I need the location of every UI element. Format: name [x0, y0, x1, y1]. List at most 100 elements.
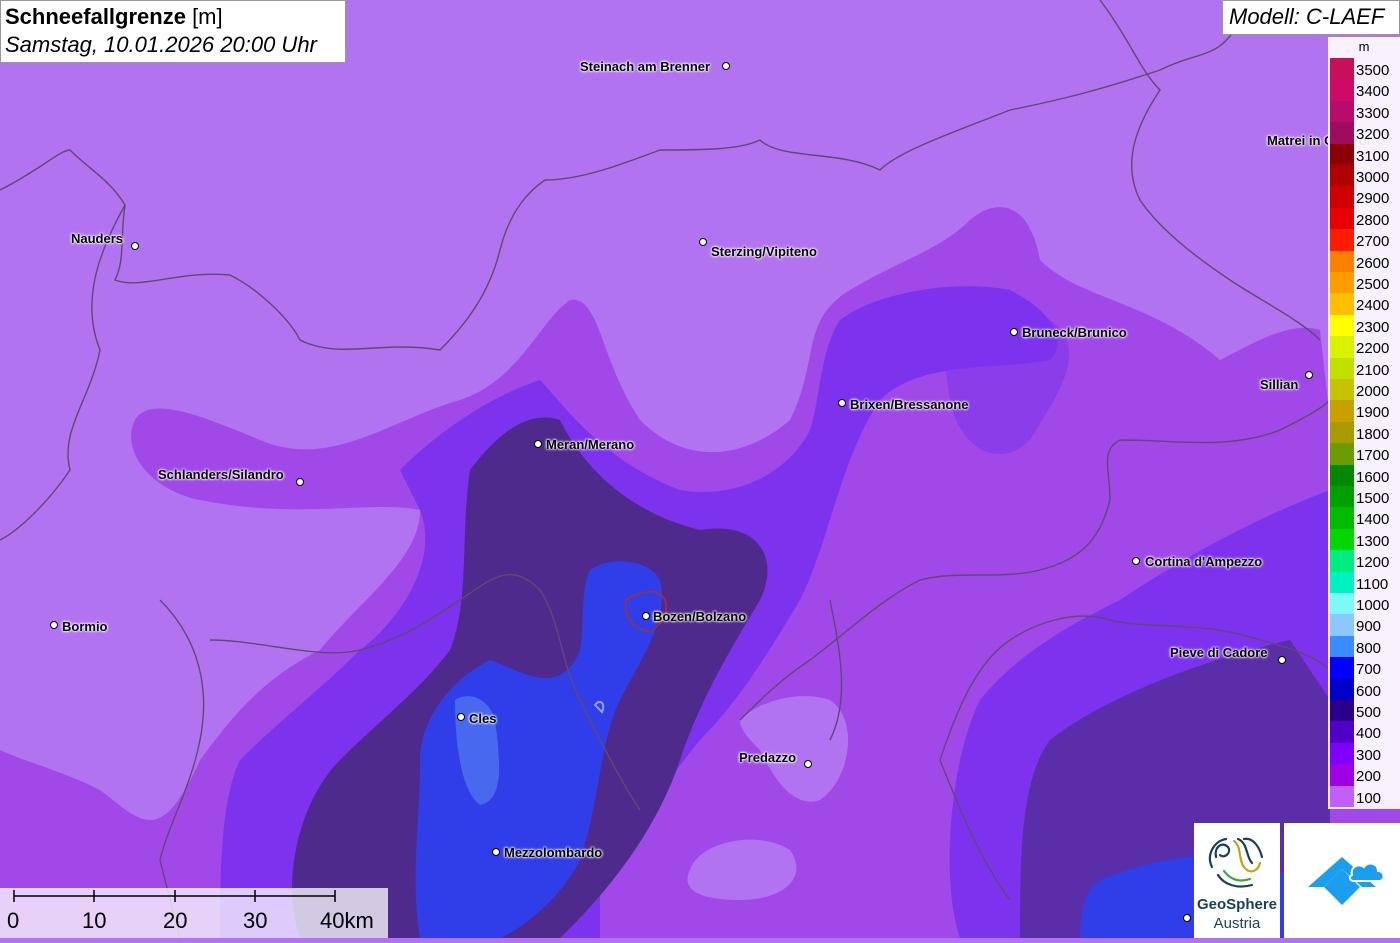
legend-value: 2900: [1356, 190, 1390, 208]
city-label-cortina: Cortina d'Ampezzo: [1145, 554, 1263, 569]
legend-value: 600: [1356, 682, 1382, 700]
city-label-meran: Meran/Merano: [546, 437, 635, 452]
city-label-bozen: Bozen/Bolzano: [653, 609, 747, 624]
scale-label: 30: [243, 908, 268, 933]
city-marker: [1183, 914, 1191, 922]
legend-swatch: [1330, 100, 1354, 123]
city-label-pieve: Pieve di Cadore: [1170, 645, 1268, 660]
legend-value: 2200: [1356, 340, 1390, 358]
legend-value: 3400: [1356, 83, 1390, 101]
legend-swatch: [1330, 207, 1354, 230]
legend-value: 800: [1356, 639, 1382, 657]
legend-value: 3000: [1356, 169, 1390, 186]
map-timestamp: Samstag, 10.01.2026 20:00 Uhr: [5, 32, 317, 57]
geosphere-name: GeoSphere: [1196, 896, 1278, 913]
city-marker: [1305, 371, 1313, 379]
legend-item: 2400: [1328, 293, 1400, 315]
legend-item: 2900: [1328, 186, 1400, 208]
legend-swatch: [1330, 785, 1354, 807]
legend-item: 3500: [1328, 58, 1400, 80]
map-title: Schneefallgrenze [m]: [5, 4, 223, 29]
legend-value: 1200: [1356, 554, 1390, 572]
legend-swatch: [1330, 443, 1354, 465]
legend-value: 1600: [1356, 468, 1390, 486]
legend-swatch: [1330, 635, 1354, 658]
legend-item: 1100: [1328, 571, 1400, 593]
legend-value: 1800: [1356, 425, 1390, 443]
legend-swatch: [1330, 58, 1354, 80]
legend-swatch: [1330, 700, 1354, 722]
legend-value: 3500: [1356, 62, 1390, 79]
legend-value: 2000: [1356, 383, 1390, 400]
legend-item: 1000: [1328, 593, 1400, 615]
city-label-steinach: Steinach am Brenner: [580, 59, 711, 74]
legend-swatch: [1330, 314, 1354, 337]
legend-value: 1300: [1356, 532, 1390, 550]
legend-unit: m: [1358, 39, 1370, 54]
legend-value: 3200: [1356, 126, 1390, 144]
legend-item: 3400: [1328, 79, 1400, 101]
legend-item: 2500: [1328, 272, 1400, 294]
legend-item: 300: [1328, 742, 1400, 765]
legend-value: 3100: [1356, 147, 1390, 165]
legend-value: 200: [1356, 768, 1382, 786]
legend-value: 2600: [1356, 254, 1390, 272]
city-marker: [131, 242, 139, 250]
legend-value: 500: [1356, 704, 1382, 721]
legend-item: 2700: [1328, 229, 1400, 251]
city-marker: [722, 62, 730, 70]
legend-item: 1300: [1328, 528, 1400, 551]
legend-item: 3100: [1328, 143, 1400, 165]
city-label-cles: Cles: [469, 711, 497, 726]
legend-item: 3000: [1328, 165, 1400, 187]
color-legend: m 3500 3400 3300 3200 3100 3000 2900 2800 2700 26…: [1328, 37, 1400, 809]
title-box: Schneefallgrenze [m] Samstag, 10.01.2026…: [0, 0, 346, 63]
legend-swatch: [1330, 229, 1354, 251]
city-marker: [1278, 656, 1286, 664]
city-label-brixen: Brixen/Bressanone: [850, 397, 969, 412]
legend-swatch: [1330, 143, 1354, 165]
legend-value: 2800: [1356, 211, 1390, 229]
legend-swatch: [1330, 678, 1354, 700]
legend-value: 2400: [1356, 297, 1390, 315]
legend-item: 1200: [1328, 550, 1400, 572]
legend-swatch: [1330, 528, 1354, 551]
legend-item: 1800: [1328, 421, 1400, 444]
city-marker: [492, 848, 500, 856]
legend-value: 1000: [1356, 597, 1390, 614]
legend-item: 500: [1328, 700, 1400, 722]
legend-swatch: [1330, 486, 1354, 508]
legend-value: 400: [1356, 725, 1382, 743]
legend-item: 2200: [1328, 336, 1400, 358]
scale-label: 20: [163, 908, 188, 933]
city-marker: [699, 238, 707, 246]
legend-swatch: [1330, 571, 1354, 593]
city-marker: [804, 760, 812, 768]
legend-swatch: [1330, 464, 1354, 486]
city-label-sterzing: Sterzing/Vipiteno: [711, 244, 817, 259]
legend-swatch: [1330, 250, 1354, 272]
city-label-mezzolombardo: Mezzolombardo: [504, 845, 603, 860]
legend-swatch: [1330, 122, 1354, 144]
scale-label: 0: [7, 908, 20, 933]
legend-value: 3300: [1356, 104, 1390, 122]
legend-item: 2000: [1328, 379, 1400, 401]
city-label-sillian: Sillian: [1260, 377, 1299, 392]
legend-swatch: [1330, 742, 1354, 765]
geosphere-emblem-icon: [1208, 837, 1264, 888]
city-marker: [1132, 557, 1140, 565]
city-marker: [457, 713, 465, 721]
legend-item: 800: [1328, 635, 1400, 658]
city-marker: [838, 399, 846, 407]
legend-swatch: [1330, 79, 1354, 101]
legend-swatch: [1330, 165, 1354, 187]
geosphere-logo: GeoSphere Austria: [1194, 823, 1280, 938]
legend-item: 600: [1328, 678, 1400, 700]
city-label-predazzo: Predazzo: [739, 750, 797, 765]
legend-swatch: [1330, 186, 1354, 208]
legend-item: 200: [1328, 764, 1400, 786]
legend-swatch: [1330, 614, 1354, 636]
legend-item: 2300: [1328, 314, 1400, 337]
legend-swatch: [1330, 336, 1354, 358]
legend-swatch: [1330, 272, 1354, 294]
